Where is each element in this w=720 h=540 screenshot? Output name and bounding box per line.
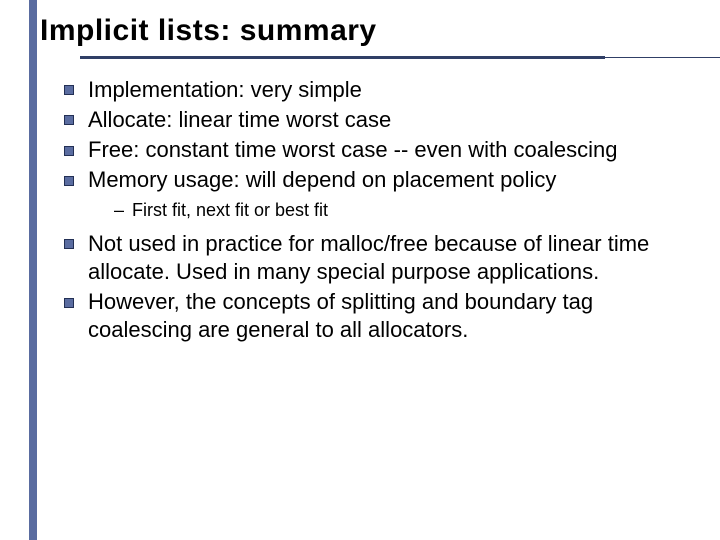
bullet-text: However, the concepts of splitting and b… (88, 289, 593, 342)
slide-title: Implicit lists: summary (40, 14, 720, 48)
bullet-text: Allocate: linear time worst case (88, 107, 391, 132)
title-underline (40, 54, 720, 62)
bullet-list-continued: Not used in practice for malloc/free bec… (56, 230, 670, 345)
sub-bullet-text: First fit, next fit or best fit (132, 200, 328, 220)
bullet-item: Allocate: linear time worst case (56, 106, 670, 134)
slide-header: Implicit lists: summary (0, 0, 720, 62)
bullet-item: Memory usage: will depend on placement p… (56, 166, 670, 194)
bullet-list: Implementation: very simple Allocate: li… (56, 76, 670, 195)
underline-thin (605, 57, 720, 58)
bullet-text: Not used in practice for malloc/free bec… (88, 231, 649, 284)
underline-thick (80, 56, 605, 59)
slide-body: Implementation: very simple Allocate: li… (0, 62, 720, 345)
bullet-text: Free: constant time worst case -- even w… (88, 137, 617, 162)
sub-bullet-list: First fit, next fit or best fit (56, 199, 670, 222)
bullet-item: However, the concepts of splitting and b… (56, 288, 670, 344)
bullet-text: Implementation: very simple (88, 77, 362, 102)
bullet-item: Not used in practice for malloc/free bec… (56, 230, 670, 286)
slide: Implicit lists: summary Implementation: … (0, 0, 720, 540)
left-accent-bar (29, 0, 37, 540)
bullet-item: Free: constant time worst case -- even w… (56, 136, 670, 164)
bullet-item: Implementation: very simple (56, 76, 670, 104)
sub-bullet-item: First fit, next fit or best fit (114, 199, 670, 222)
bullet-text: Memory usage: will depend on placement p… (88, 167, 556, 192)
